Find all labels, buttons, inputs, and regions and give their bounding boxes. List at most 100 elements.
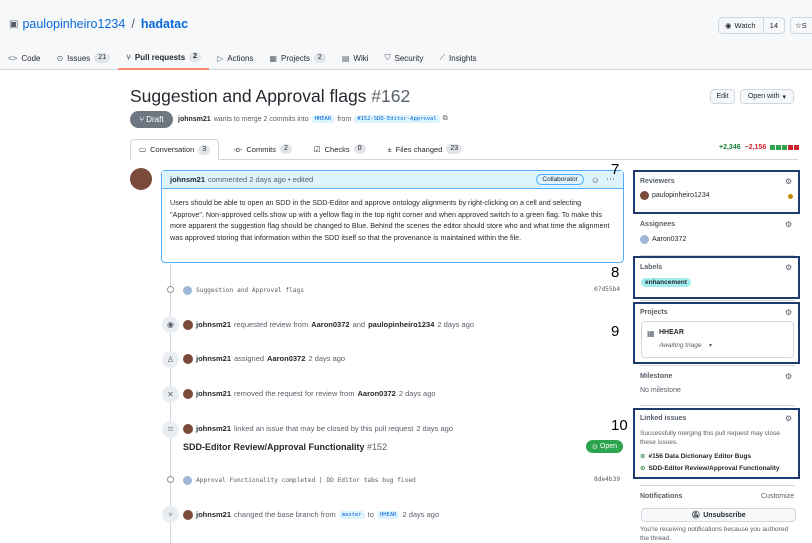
divider: [640, 485, 795, 486]
event-target-user[interactable]: Aaron0372: [311, 320, 349, 329]
avatar: [183, 389, 193, 399]
comment-author[interactable]: johnsm21: [170, 175, 205, 184]
commit-message[interactable]: Approval Functionality completed | DD Ed…: [196, 477, 416, 484]
pr-subline: johnsm21 wants to merge 2 commits into H…: [178, 115, 448, 123]
copy-icon[interactable]: ⧉: [443, 115, 448, 123]
pr-description-comment: johnsm21 commented 2 days ago • edited C…: [161, 170, 624, 263]
avatar: [183, 424, 193, 434]
tab-commits[interactable]: -o- Commits 2: [225, 139, 300, 159]
new-base-branch[interactable]: HHEAR: [376, 510, 400, 519]
event-user[interactable]: johnsm21: [196, 424, 231, 433]
pr-title-text: Suggestion and Approval flags: [130, 86, 367, 106]
notification-reason: You're receiving notifications because y…: [640, 526, 789, 542]
event-user[interactable]: johnsm21: [196, 389, 231, 398]
event-user[interactable]: johnsm21: [196, 320, 231, 329]
annotation-number-9: 9: [611, 323, 620, 340]
repo-breadcrumb: ▣ paulopinheiro1234 / hadatac: [9, 17, 188, 31]
remove-review-event: johnsm21 removed the request for review …: [196, 389, 436, 398]
commit-message[interactable]: Suggestion and Approval flags: [196, 287, 304, 294]
tab-conversation[interactable]: ▭ Conversation 3: [130, 139, 220, 160]
watch-label: Watch: [734, 21, 756, 30]
event-time: 2 days ago: [398, 389, 436, 398]
tab-projects[interactable]: ▦ Projects 2: [261, 46, 333, 70]
annotation-box-reviewers: [633, 170, 800, 214]
tab-issues-label: Issues: [67, 53, 91, 63]
draft-label: Draft: [146, 115, 164, 124]
customize-link[interactable]: Customize: [761, 493, 794, 500]
tab-wiki-label: Wiki: [353, 53, 369, 63]
annotation-number-7: 7: [611, 161, 620, 178]
assignee-user[interactable]: Aaron0372: [652, 236, 686, 243]
graph-icon: ⟋: [439, 53, 446, 62]
tab-wiki[interactable]: ▤ Wiki: [334, 46, 377, 70]
draft-badge: ⑂ Draft: [130, 111, 173, 128]
base-branch[interactable]: HHEAR: [311, 115, 335, 123]
project-icon: ▦: [269, 53, 278, 63]
repo-name-link[interactable]: hadatac: [141, 17, 188, 31]
checks-count: 0: [353, 144, 366, 154]
gear-icon[interactable]: ⚙: [785, 372, 792, 381]
unsubscribe-button[interactable]: 🔕︎ Unsubscribe: [641, 508, 796, 522]
head-branch[interactable]: #152-SDD-Editor-Approval: [354, 115, 440, 123]
edit-button[interactable]: Edit: [710, 89, 735, 104]
author-avatar[interactable]: [130, 168, 152, 190]
shield-icon: ⛉: [384, 53, 391, 62]
merge-text: wants to merge 2 commits into: [213, 115, 309, 123]
eye-icon: ◉: [162, 316, 179, 333]
smiley-icon[interactable]: ☺: [591, 175, 600, 185]
divider: [640, 405, 795, 406]
tab-actions[interactable]: ▷ Actions: [209, 46, 261, 70]
additions: +2,346: [719, 144, 741, 151]
draft-pr-icon: ⑂: [139, 115, 145, 124]
event-user[interactable]: johnsm21: [196, 354, 231, 363]
tab-files-changed[interactable]: ± Files changed 23: [380, 139, 471, 159]
watch-button[interactable]: ◉ Watch 14: [718, 17, 785, 34]
timeline-line: [170, 263, 171, 543]
tab-security[interactable]: ⛉ Security: [377, 46, 432, 70]
milestone-heading[interactable]: Milestone: [640, 373, 672, 380]
caret-down-icon: ▾: [782, 93, 787, 101]
repo-owner-link[interactable]: paulopinheiro1234: [22, 17, 125, 31]
star-button[interactable]: ☆ S: [790, 17, 812, 34]
tab-pulls-label: Pull requests: [134, 52, 186, 62]
assignees-heading[interactable]: Assignees: [640, 221, 675, 228]
gear-icon[interactable]: ⚙: [785, 220, 792, 229]
event-target-user-2[interactable]: paulopinheiro1234: [368, 320, 434, 329]
avatar: [640, 235, 649, 244]
open-with-button[interactable]: Open with ▾: [740, 89, 794, 104]
event-target-user[interactable]: Aaron0372: [357, 389, 395, 398]
assignee-item: Aaron0372: [640, 235, 686, 244]
event-target-user[interactable]: Aaron0372: [267, 354, 305, 363]
code-icon: <>: [8, 53, 18, 63]
comment-icon: ▭: [139, 145, 147, 154]
from-text: from: [337, 115, 352, 123]
star-label: S: [801, 21, 807, 30]
avatar: [183, 286, 192, 295]
review-request-event: johnsm21 requested review from Aaron0372…: [196, 320, 474, 329]
comment-header: johnsm21 commented 2 days ago • edited C…: [162, 171, 623, 189]
commit-sha[interactable]: 8de4b39: [594, 476, 620, 483]
old-base-branch[interactable]: master: [338, 510, 365, 519]
tab-insights-label: Insights: [449, 53, 477, 63]
assign-event: johnsm21 assigned Aaron0372 2 days ago: [196, 354, 345, 363]
tab-code[interactable]: <> Code: [0, 46, 48, 70]
tab-actions-label: Actions: [227, 53, 254, 63]
issue-title[interactable]: SDD-Editor Review/Approval Functionality: [183, 442, 365, 452]
tab-files-label: Files changed: [395, 144, 443, 154]
linked-issue-title[interactable]: SDD-Editor Review/Approval Functionality…: [183, 442, 387, 452]
tab-issues[interactable]: ⊙ Issues 21: [48, 46, 118, 70]
commit-sha[interactable]: 07d55b4: [594, 286, 620, 293]
annotation-box-projects: [633, 302, 800, 364]
event-time: 2 days ago: [308, 354, 346, 363]
event-to: to: [367, 510, 374, 519]
tab-insights[interactable]: ⟋ Insights: [431, 46, 484, 70]
collaborator-badge: Collaborator: [536, 174, 584, 185]
tab-checks[interactable]: ☑ Checks 0: [306, 139, 374, 159]
tab-pull-requests[interactable]: ⑂ Pull requests 2: [118, 46, 210, 70]
event-user[interactable]: johnsm21: [196, 510, 231, 519]
event-action: requested review from: [234, 320, 309, 329]
pr-author[interactable]: johnsm21: [178, 116, 211, 123]
avatar: [183, 476, 192, 485]
event-action: removed the request for review from: [234, 389, 355, 398]
commit-dot-icon: [167, 476, 174, 483]
